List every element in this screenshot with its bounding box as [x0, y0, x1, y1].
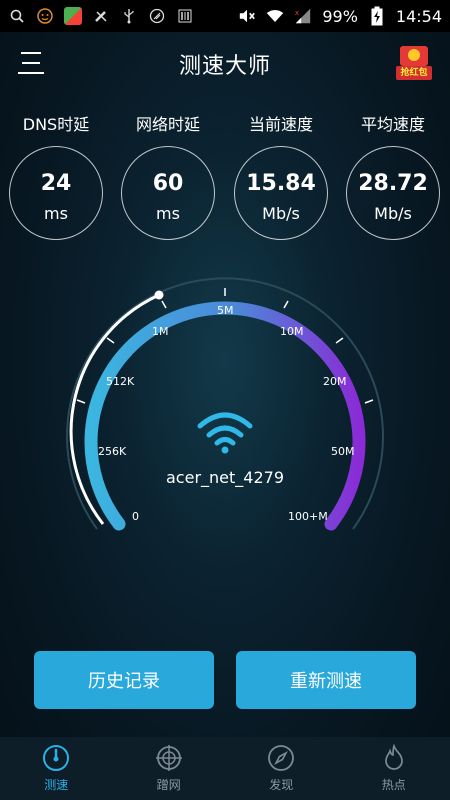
bottom-tab-bar: 测速 蹭网 发现 热点	[0, 737, 450, 800]
metric-value: 24	[40, 171, 72, 196]
battery-percent: 99%	[322, 6, 358, 26]
speedometer-icon	[43, 745, 70, 771]
tab-label: 测速	[44, 778, 69, 792]
tab-share-wifi[interactable]: 蹭网	[113, 737, 226, 800]
metric-circle: 60 ms	[121, 146, 215, 240]
action-buttons: 历史记录 重新测速	[0, 651, 450, 709]
metric-value: 15.84	[246, 171, 316, 196]
coin-icon	[408, 49, 420, 61]
metric-unit: Mb/s	[262, 204, 300, 223]
metric-value: 28.72	[358, 171, 428, 196]
tick-label: 50M	[331, 445, 355, 458]
history-button[interactable]: 历史记录	[34, 651, 214, 709]
metric-unit: ms	[44, 204, 68, 223]
search-icon	[8, 7, 26, 25]
page-title: 测速大师	[178, 54, 271, 79]
tab-hotspot[interactable]: 热点	[338, 737, 450, 800]
tick-label: 10M	[280, 325, 304, 338]
metric-current-speed: 当前速度 15.84 Mb/s	[231, 112, 331, 240]
crosshair-icon	[155, 745, 182, 771]
speed-gauge: 0 256K 512K 1M 5M 10M 20M 50M 100+M acer…	[0, 270, 450, 560]
clean-icon	[148, 7, 166, 25]
network-name: acer_net_4279	[166, 468, 284, 487]
compass-icon	[268, 745, 295, 771]
metric-label: 平均速度	[360, 115, 425, 134]
metric-circle: 24 ms	[9, 146, 103, 240]
menu-line	[18, 72, 44, 74]
clock: 14:54	[395, 6, 442, 26]
menu-line	[21, 52, 41, 54]
menu-button[interactable]	[18, 52, 44, 76]
tab-label: 发现	[269, 778, 294, 792]
app-icon	[64, 7, 82, 25]
tick-label: 20M	[323, 375, 347, 388]
tick-label: 1M	[152, 325, 169, 338]
red-packet-button[interactable]: 抢红包	[396, 46, 432, 82]
metric-dns: DNS时延 24 ms	[6, 112, 106, 240]
red-packet-label: 抢红包	[396, 66, 432, 80]
metrics-row: DNS时延 24 ms 网络时延 60 ms 当前速度 15.84 Mb/s 平…	[0, 112, 450, 252]
metric-value: 60	[152, 171, 184, 196]
tab-label: 蹭网	[156, 778, 181, 792]
tick-label: 5M	[217, 304, 234, 317]
tick-label: 512K	[106, 375, 135, 388]
barcode-icon	[176, 7, 194, 25]
flame-icon	[384, 744, 403, 770]
tab-discover[interactable]: 发现	[225, 737, 338, 800]
wifi-signal-icon	[196, 410, 254, 458]
tab-speedtest[interactable]: 测速	[0, 737, 113, 800]
tools-icon	[92, 7, 110, 25]
metric-unit: ms	[156, 204, 180, 223]
metric-latency: 网络时延 60 ms	[118, 112, 218, 240]
app-header: 测速大师 抢红包	[0, 32, 450, 96]
gauge-needle-dot	[154, 290, 164, 300]
tick-label: 0	[132, 510, 139, 523]
battery-icon	[368, 6, 386, 26]
tick-label: 256K	[98, 445, 127, 458]
retest-button[interactable]: 重新测速	[236, 651, 416, 709]
metric-circle: 15.84 Mb/s	[234, 146, 328, 240]
usb-icon	[120, 7, 138, 25]
tick-label: 100+M	[288, 510, 328, 523]
signal-icon: x	[294, 7, 312, 25]
metric-unit: Mb/s	[374, 204, 412, 223]
status-right: x 99% 14:54	[238, 6, 442, 26]
metric-label: DNS时延	[22, 115, 90, 134]
metric-circle: 28.72 Mb/s	[346, 146, 440, 240]
status-bar: x 99% 14:54	[0, 0, 450, 32]
face-icon	[36, 7, 54, 25]
menu-line	[22, 62, 40, 64]
metric-label: 网络时延	[135, 115, 200, 134]
mute-icon	[238, 7, 256, 25]
metric-average-speed: 平均速度 28.72 Mb/s	[343, 112, 443, 240]
tab-label: 热点	[381, 778, 406, 792]
wifi-icon	[266, 7, 284, 25]
svg-text:x: x	[295, 8, 300, 17]
metric-label: 当前速度	[248, 115, 313, 134]
status-left	[8, 7, 194, 25]
